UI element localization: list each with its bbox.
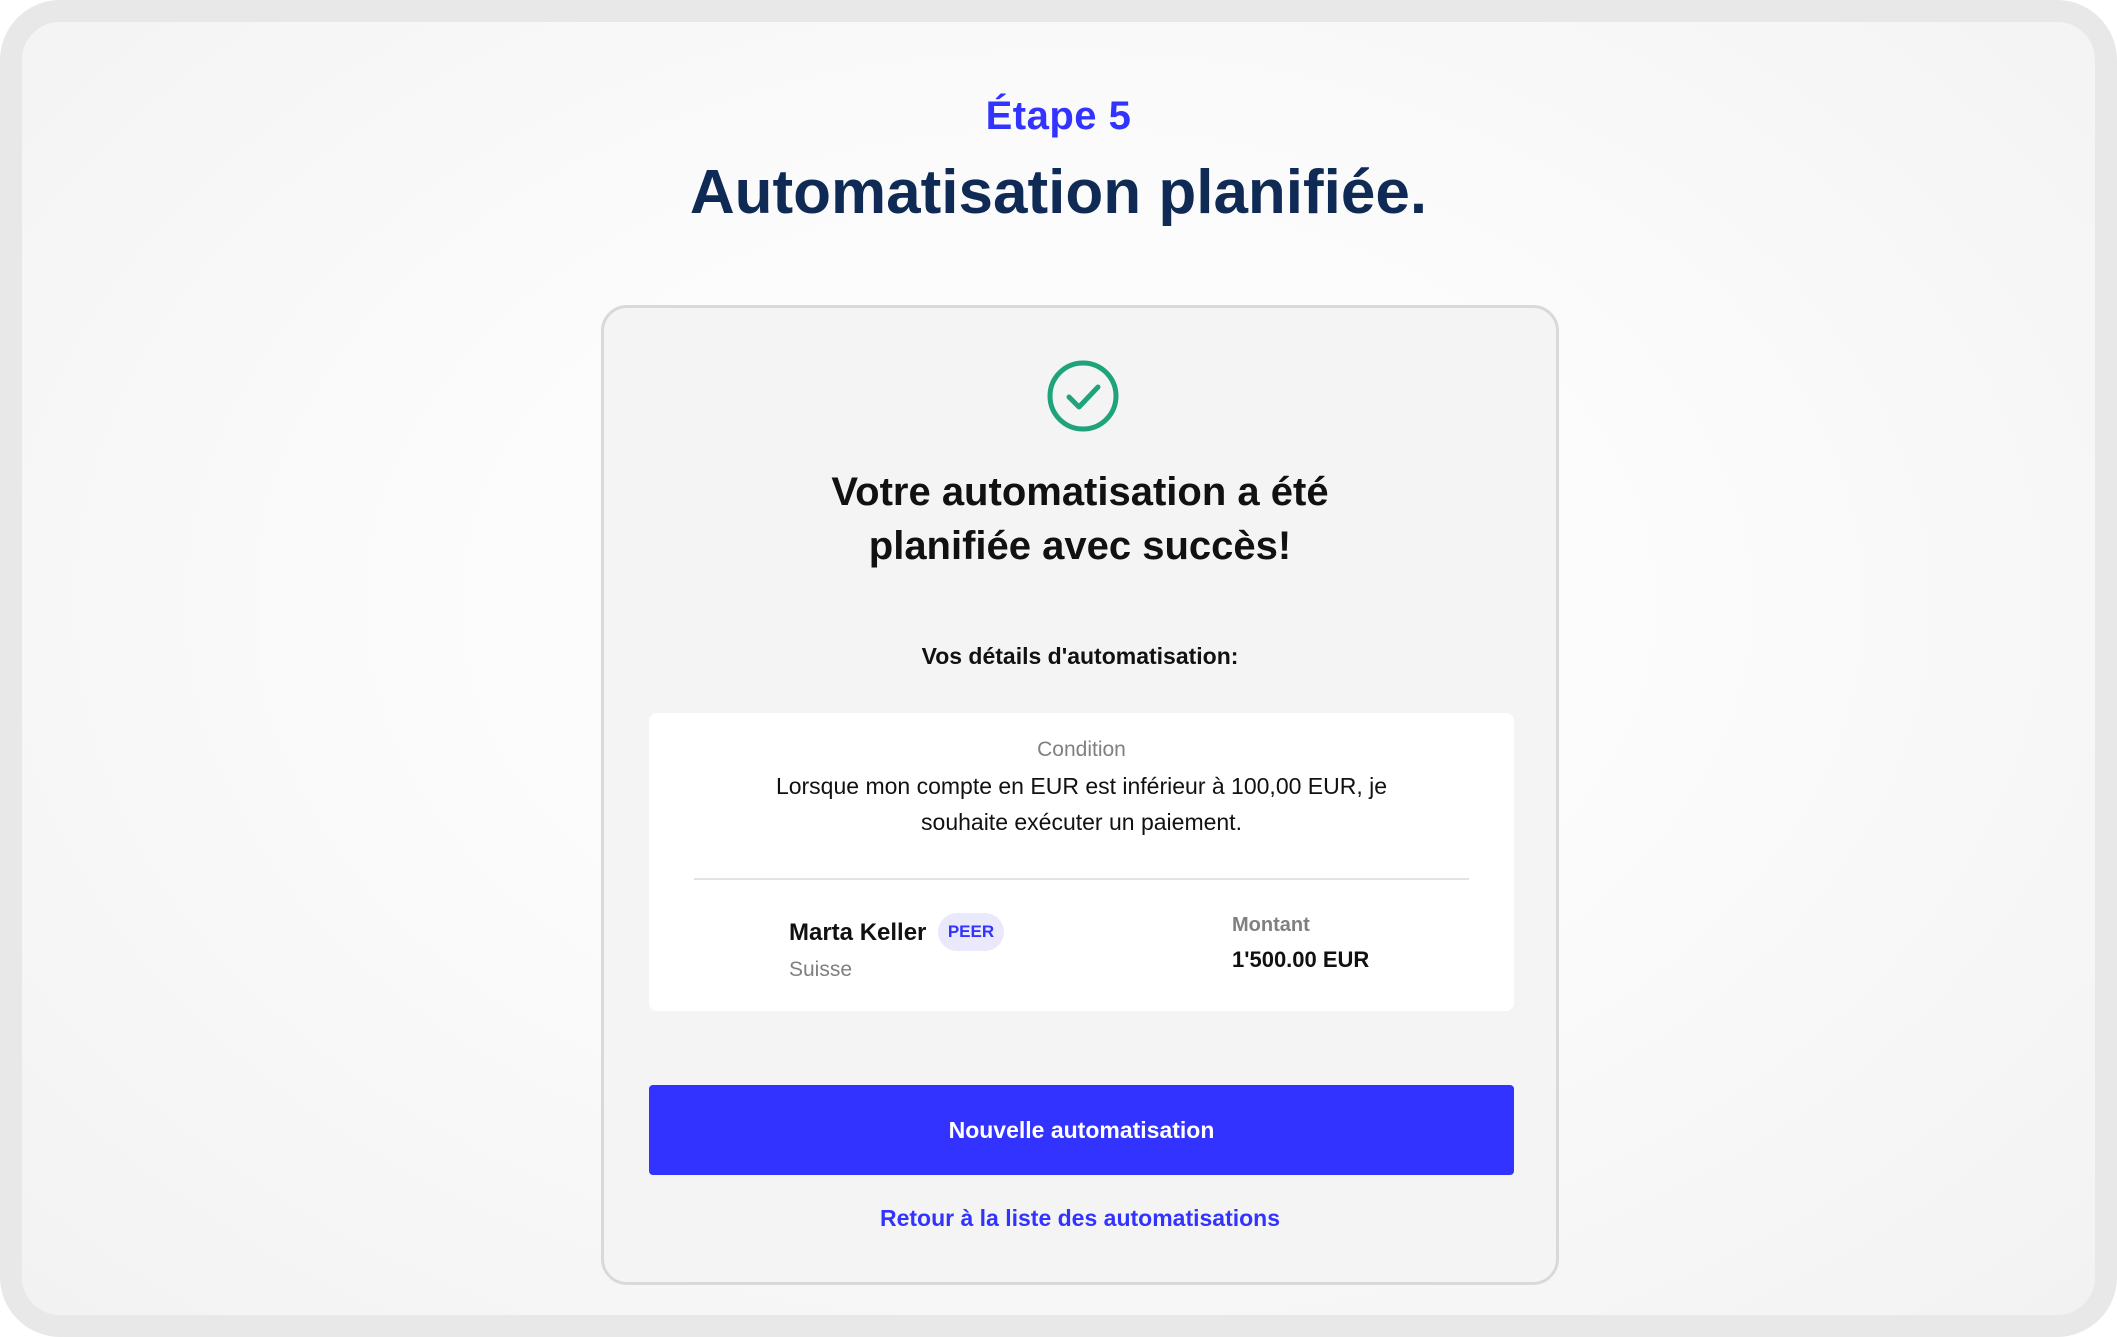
success-message-line-1: Votre automatisation a été — [831, 470, 1329, 514]
condition-text: Lorsque mon compte en EUR est inférieur … — [649, 768, 1514, 840]
confirmation-card: Votre automatisation a été planifiée ave… — [601, 305, 1559, 1285]
step-label: Étape 5 — [985, 94, 1132, 138]
amount-value: 1'500.00 EUR — [1232, 947, 1370, 972]
success-message: Votre automatisation a été planifiée ave… — [604, 465, 1556, 573]
details-heading: Vos détails d'automatisation: — [921, 643, 1239, 669]
divider — [694, 878, 1469, 880]
page-title: Automatisation planifiée. — [689, 158, 1428, 227]
back-to-list-link[interactable]: Retour à la liste des automatisations — [604, 1205, 1556, 1232]
peer-badge: PEER — [938, 913, 1004, 951]
amount-label: Montant — [1232, 914, 1310, 936]
recipient-country: Suisse — [789, 958, 853, 981]
condition-text-line-2: souhaite exécuter un paiement. — [921, 809, 1242, 835]
condition-text-line-1: Lorsque mon compte en EUR est inférieur … — [775, 773, 1388, 799]
app-frame: Étape 5 Automatisation planifiée. Votre … — [0, 0, 2117, 1337]
automation-details-box: Condition Lorsque mon compte en EUR est … — [649, 713, 1514, 1011]
recipient-name: Marta Keller — [789, 919, 927, 946]
success-message-line-2: planifiée avec succès! — [868, 524, 1292, 568]
new-automation-button[interactable]: Nouvelle automatisation — [649, 1085, 1514, 1175]
check-circle-icon — [1047, 360, 1119, 432]
condition-label: Condition — [1037, 738, 1126, 761]
